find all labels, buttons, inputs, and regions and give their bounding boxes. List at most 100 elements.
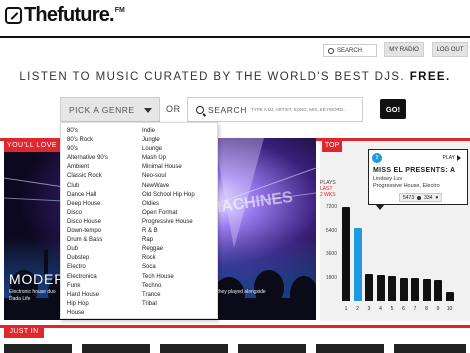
x-tick-label: 1	[344, 306, 348, 312]
track-artist[interactable]: Lindsey Luv	[373, 176, 402, 182]
header-search-button[interactable]: SEARCH	[323, 44, 377, 57]
plays-icon	[417, 195, 422, 200]
track-tooltip[interactable]: 2 PLAY MISS EL PRESENTS: A Lindsey Luv P…	[368, 149, 468, 210]
just-in-thumb[interactable]	[394, 344, 466, 353]
genre-option[interactable]: Disco	[67, 209, 142, 218]
genre-option[interactable]: Dubstep	[67, 254, 142, 263]
genre-option[interactable]: Deep House	[67, 200, 142, 209]
just-in-thumb[interactable]	[82, 344, 150, 353]
tagline-text: LISTEN TO MUSIC CURATED BY THE WORLD'S B…	[19, 71, 406, 83]
genre-dropdown-menu: 80's 80's Rock 90's Alternative 90's Ambient…	[60, 122, 218, 319]
genre-option[interactable]: Neo-soul	[142, 172, 217, 181]
x-tick-label: 10	[446, 306, 453, 312]
genre-option[interactable]: Funk	[67, 282, 142, 291]
genre-option[interactable]: 90's	[67, 145, 142, 154]
genre-select[interactable]: PICK A GENRE	[60, 97, 160, 122]
genre-option[interactable]: Open Format	[142, 209, 217, 218]
hero-desc-left: Electronic house duo	[9, 289, 56, 295]
genre-option[interactable]: Old School Hip Hop	[142, 191, 217, 200]
youll-love-tag: YOU'LL LOVE	[4, 138, 60, 152]
genre-option[interactable]: Electro	[67, 263, 142, 272]
y-tick-label: 3600	[325, 251, 337, 258]
just-in-divider	[0, 325, 470, 328]
just-in-thumb[interactable]	[4, 344, 72, 353]
header: Thefuture. FM SEARCH MY RADIO LOG OUT	[0, 0, 470, 60]
chart-bar[interactable]	[445, 291, 454, 301]
genre-option[interactable]: Down-tempo	[67, 227, 142, 236]
genre-option[interactable]: Electronica	[67, 273, 142, 282]
heart-icon: ♥	[435, 194, 439, 201]
genre-option[interactable]: Alternative 90's	[67, 154, 142, 163]
search-icon	[196, 105, 204, 114]
genre-option[interactable]: 80's	[67, 127, 142, 136]
just-in-thumb[interactable]	[238, 344, 306, 353]
y-tick-label: 5400	[325, 227, 337, 234]
genre-option[interactable]: Progressive House	[142, 218, 217, 227]
just-in-thumb[interactable]	[316, 344, 384, 353]
genre-option[interactable]: Disco House	[67, 218, 142, 227]
genre-option[interactable]: Hip Hop	[67, 300, 142, 309]
logout-button[interactable]: LOG OUT	[432, 42, 468, 57]
logo-text: Thefuture.	[24, 4, 115, 26]
genre-option[interactable]: Mash Up	[142, 154, 217, 163]
genre-option[interactable]: Dub	[67, 245, 142, 254]
play-label: PLAY	[442, 155, 455, 161]
search-input[interactable]: SEARCH TYPE A DJ, ARTIST, SONG, MIX, KEY…	[187, 97, 363, 122]
track-genre: Progressive House, Electro	[373, 183, 440, 189]
top-tag: TOP	[322, 138, 342, 152]
genre-option[interactable]: Oldies	[142, 200, 217, 209]
chart-bar[interactable]	[434, 279, 442, 301]
chart-bar[interactable]	[388, 276, 396, 301]
genre-option[interactable]: Soca	[142, 263, 217, 272]
logo-fm: FM	[114, 7, 125, 14]
chart-bar[interactable]	[422, 278, 431, 301]
genre-option[interactable]: Rap	[142, 236, 217, 245]
genre-option[interactable]: Lounge	[142, 145, 217, 154]
chart-bar[interactable]	[353, 228, 362, 301]
plays-count: 5473	[403, 194, 415, 201]
genre-option[interactable]: Reggae	[142, 245, 217, 254]
x-tick-label: 8	[425, 306, 428, 312]
genre-column-1: 80's 80's Rock 90's Alternative 90's Ambient…	[67, 127, 142, 318]
x-tick-label: 9	[436, 306, 440, 312]
header-search-label: SEARCH	[337, 47, 363, 54]
x-tick-label: 6	[402, 306, 405, 312]
genre-option[interactable]: Tech House	[142, 273, 217, 282]
genre-option[interactable]: Club	[67, 182, 142, 191]
genre-option[interactable]: 80's Rock	[67, 136, 142, 145]
y-tick-label: 7200	[325, 204, 337, 211]
genre-option[interactable]: Techno	[142, 282, 217, 291]
logo[interactable]: Thefuture. FM	[5, 4, 125, 27]
genre-option[interactable]: Drum & Bass	[67, 236, 142, 245]
genre-option[interactable]: Dance Hall	[67, 191, 142, 200]
x-tick-label: 5	[390, 306, 394, 312]
hero-desc-line2: Dada Life	[9, 295, 31, 302]
genre-option[interactable]: Jungle	[142, 136, 217, 145]
y-tick-label: 1800	[325, 274, 337, 281]
chart-bar[interactable]	[399, 277, 408, 301]
chart-bar[interactable]	[376, 275, 385, 301]
tagline-emphasis: FREE.	[409, 71, 451, 83]
genre-option[interactable]: R & B	[142, 227, 217, 236]
chart-bar[interactable]	[342, 207, 350, 301]
genre-option[interactable]: Classic Rock	[67, 172, 142, 181]
genre-option[interactable]: Hard House	[67, 291, 142, 300]
search-input-label: SEARCH	[208, 104, 248, 115]
genre-option[interactable]: House	[67, 309, 142, 318]
just-in-thumb[interactable]	[160, 344, 228, 353]
my-radio-button[interactable]: MY RADIO	[384, 42, 424, 57]
period-label-2: 2 WKS	[320, 192, 336, 198]
genre-option[interactable]: Indie	[142, 127, 217, 136]
track-title[interactable]: MISS EL PRESENTS: A	[373, 167, 455, 174]
play-button[interactable]: PLAY	[443, 155, 461, 161]
genre-option[interactable]: Tribal	[142, 300, 217, 309]
genre-option[interactable]: NewWave	[142, 182, 217, 191]
go-button[interactable]: GO!	[380, 99, 406, 119]
logo-mark-icon	[5, 7, 22, 24]
chart-bar[interactable]	[365, 273, 373, 301]
genre-option[interactable]: Minimal House	[142, 163, 217, 172]
genre-option[interactable]: Ambient	[67, 163, 142, 172]
genre-option[interactable]: Rock	[142, 254, 217, 263]
genre-option[interactable]: Trance	[142, 291, 217, 300]
chart-bar[interactable]	[411, 278, 419, 301]
